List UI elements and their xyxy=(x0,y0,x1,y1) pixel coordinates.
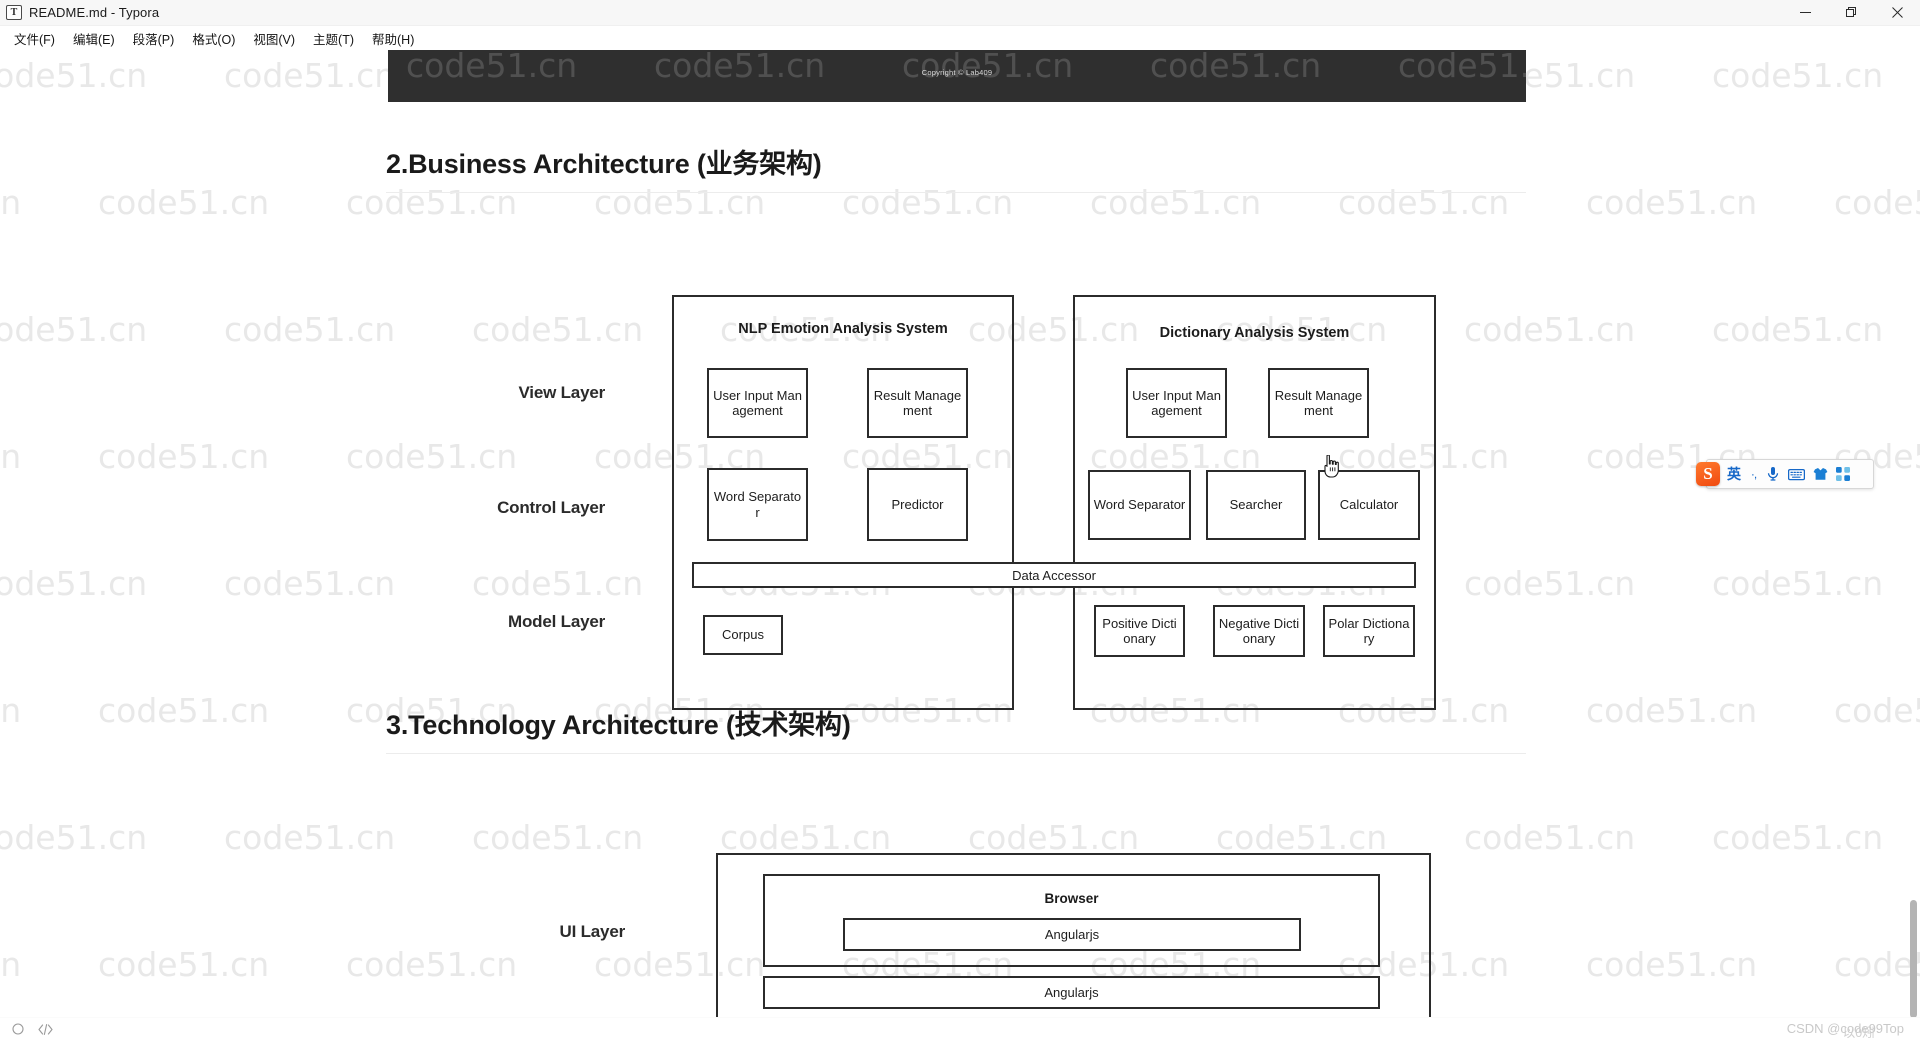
watermark-text: code51.cn xyxy=(720,818,891,857)
node-dict-searcher[interactable]: Searcher xyxy=(1206,470,1306,540)
typora-app-icon: T xyxy=(6,5,22,20)
menu-view[interactable]: 视图(V) xyxy=(244,27,304,50)
document-canvas[interactable]: code51.cn code51.cn code51.cn code51.cn code… xyxy=(0,50,1920,1017)
node-nlp-result-management[interactable]: Result Management xyxy=(867,368,968,438)
banner-copyright: Copyright © Lab409 xyxy=(388,68,1526,77)
system-title-dictionary: Dictionary Analysis System xyxy=(1073,325,1436,341)
minimize-button[interactable] xyxy=(1782,0,1828,26)
node-nlp-word-separator[interactable]: Word Separator xyxy=(707,468,808,541)
node-dict-positive-dictionary[interactable]: Positive Dictionary xyxy=(1094,605,1185,657)
sogou-ime-toolbar[interactable]: S 英 ·, xyxy=(1706,459,1874,489)
status-bar xyxy=(0,1017,1920,1040)
menu-file[interactable]: 文件(F) xyxy=(5,27,64,50)
layer-label-view: View Layer xyxy=(455,383,605,403)
watermark-text: code51.cn xyxy=(472,564,643,603)
watermark-text: code51.cn xyxy=(0,56,147,95)
node-nlp-user-input-management[interactable]: User Input Management xyxy=(707,368,808,438)
layer-label-model: Model Layer xyxy=(455,612,605,632)
watermark-text: code51.cn xyxy=(472,310,643,349)
csdn-watermark: CSDN @code99Top 以0矧 xyxy=(1787,1021,1904,1036)
browser-label: Browser xyxy=(763,891,1380,906)
source-code-icon[interactable] xyxy=(34,1018,56,1041)
node-dict-result-management[interactable]: Result Management xyxy=(1268,368,1369,438)
node-dict-calculator[interactable]: Calculator xyxy=(1318,470,1420,540)
skin-shirt-icon[interactable] xyxy=(1809,462,1832,486)
watermark-text: code51.cn xyxy=(1586,945,1757,984)
watermark-text: code51.cn xyxy=(224,56,395,95)
watermark-text: code51.cn xyxy=(346,945,517,984)
watermark-text: code51.cn xyxy=(1712,818,1883,857)
title-bar: T README.md - Typora xyxy=(0,0,1920,26)
menu-theme[interactable]: 主题(T) xyxy=(304,27,363,50)
watermark-text: code51.cn xyxy=(472,818,643,857)
watermark-text: code51.cn xyxy=(224,564,395,603)
language-mode-button[interactable]: 英 xyxy=(1723,462,1745,486)
window-controls xyxy=(1782,0,1920,26)
watermark-text: code51.cn xyxy=(1464,564,1635,603)
watermark-text: code51.cn xyxy=(346,437,517,476)
layer-label-control: Control Layer xyxy=(455,498,605,518)
watermark-text: code51.cn xyxy=(98,691,269,730)
close-button[interactable] xyxy=(1874,0,1920,26)
soft-keyboard-icon[interactable] xyxy=(1784,462,1809,486)
menu-format[interactable]: 格式(O) xyxy=(183,27,244,50)
vertical-scrollbar[interactable] xyxy=(1906,50,1920,1017)
watermark-text: code51.cn xyxy=(224,818,395,857)
watermark-text: code51.cn xyxy=(1712,564,1883,603)
watermark-text: code51.cn xyxy=(0,818,147,857)
toolbox-grid-icon[interactable] xyxy=(1832,462,1854,486)
punctuation-toggle-button[interactable]: ·, xyxy=(1745,462,1762,486)
outline-circle-icon[interactable] xyxy=(8,1018,28,1041)
ui-layer-angularjs-bar[interactable]: Angularjs xyxy=(763,976,1380,1009)
window-title: README.md - Typora xyxy=(29,5,159,20)
watermark-text: code51.cn xyxy=(98,945,269,984)
restore-button[interactable] xyxy=(1828,0,1874,26)
node-dict-negative-dictionary[interactable]: Negative Dictionary xyxy=(1213,605,1305,657)
node-dict-word-separator[interactable]: Word Separator xyxy=(1088,470,1191,540)
node-nlp-predictor[interactable]: Predictor xyxy=(867,468,968,541)
data-accessor-bar[interactable]: Data Accessor xyxy=(692,562,1416,588)
watermark-text: code51.cn xyxy=(1586,691,1757,730)
watermark-text: code51.cn xyxy=(1712,310,1883,349)
watermark-text: code51.cn xyxy=(1216,818,1387,857)
watermark-text: code51.cn xyxy=(98,183,269,222)
watermark-text: code51.cn xyxy=(1464,818,1635,857)
watermark-text: code51.cn xyxy=(0,437,21,476)
watermark-text: code51.cn xyxy=(98,437,269,476)
watermark-text: code51.cn xyxy=(0,564,147,603)
system-title-nlp: NLP Emotion Analysis System xyxy=(672,321,1014,337)
watermark-text: code51.cn xyxy=(224,310,395,349)
watermark-text: code51.cn xyxy=(1464,310,1635,349)
menu-help[interactable]: 帮助(H) xyxy=(363,27,423,50)
menu-edit[interactable]: 编辑(E) xyxy=(64,27,124,50)
sogou-logo-icon[interactable]: S xyxy=(1696,462,1720,486)
menu-paragraph[interactable]: 段落(P) xyxy=(124,27,184,50)
voice-input-icon[interactable] xyxy=(1762,462,1784,486)
browser-angularjs-bar[interactable]: Angularjs xyxy=(843,918,1301,951)
menu-bar: 文件(F) 编辑(E) 段落(P) 格式(O) 视图(V) 主题(T) 帮助(H… xyxy=(0,26,1920,50)
watermark-text: code51.cn xyxy=(0,310,147,349)
watermark-text: code51.cn xyxy=(0,183,21,222)
heading-business-architecture: 2.Business Architecture (业务架构) xyxy=(386,142,1526,193)
watermark-text: code51.cn xyxy=(1586,183,1757,222)
node-dict-user-input-management[interactable]: User Input Management xyxy=(1126,368,1227,438)
layer-label-ui: UI Layer xyxy=(455,922,625,942)
heading-technology-architecture: 3.Technology Architecture (技术架构) xyxy=(386,703,1526,754)
node-nlp-corpus[interactable]: Corpus xyxy=(703,615,783,655)
watermark-text: code51.cn xyxy=(0,945,21,984)
watermark-text: code51.cn xyxy=(1712,56,1883,95)
scrollbar-thumb[interactable] xyxy=(1910,900,1917,1018)
node-dict-polar-dictionary[interactable]: Polar Dictionary xyxy=(1323,605,1415,657)
watermark-text: code51.cn xyxy=(0,691,21,730)
csdn-watermark-overlay: 以0矧 xyxy=(1843,1022,1875,1041)
watermark-text: code51.cn xyxy=(968,818,1139,857)
page-banner: code51.cncode51.cncode51.cncode51.cncode… xyxy=(388,50,1526,102)
